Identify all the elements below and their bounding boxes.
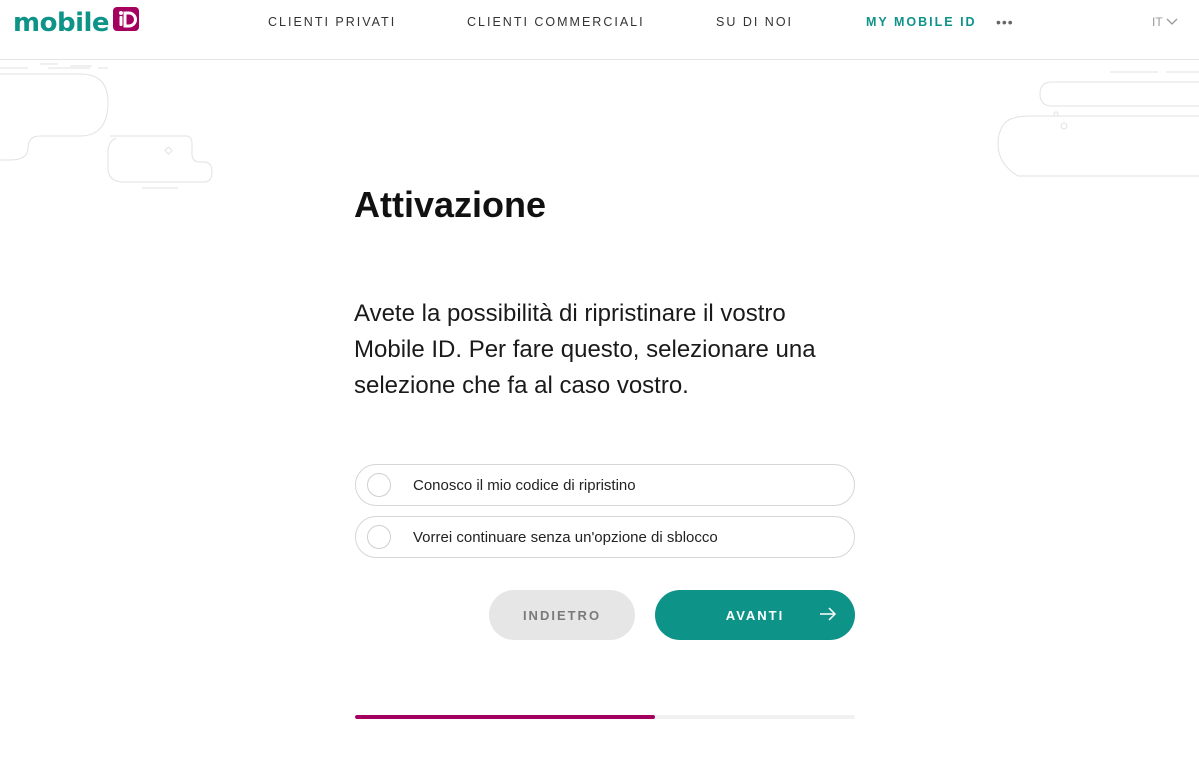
site-header: mobile CLIENTI PRIVATI CLIENTI COMMERCIA… xyxy=(0,0,1199,60)
mobile-id-logo[interactable]: mobile xyxy=(13,7,140,38)
nav-item-su-di-noi[interactable]: SU DI NOI xyxy=(716,15,793,29)
radio-recovery-code[interactable] xyxy=(367,473,391,497)
description-text: Avete la possibilità di ripristinare il … xyxy=(354,300,816,399)
nav-item-clienti-privati[interactable]: CLIENTI PRIVATI xyxy=(268,15,396,29)
next-button[interactable]: AVANTI xyxy=(655,590,855,640)
page: mobile CLIENTI PRIVATI CLIENTI COMMERCIA… xyxy=(0,0,1199,768)
language-selector[interactable]: IT xyxy=(1152,15,1178,29)
logo-text: mobile xyxy=(13,8,110,38)
option-no-unlock[interactable]: Vorrei continuare senza un'opzione di sb… xyxy=(355,516,855,558)
more-horizontal-icon[interactable]: ••• xyxy=(996,14,1014,30)
progress-fill xyxy=(355,715,655,719)
decorative-lines-left xyxy=(0,63,213,189)
language-label: IT xyxy=(1152,15,1163,29)
back-button[interactable]: INDIETRO xyxy=(489,590,635,640)
next-button-label: AVANTI xyxy=(725,607,785,623)
nav-item-my-mobile-id[interactable]: MY MOBILE ID xyxy=(866,15,977,29)
mobile-id-logo-icon xyxy=(113,7,140,31)
progress-bar xyxy=(355,715,855,719)
arrow-right-icon xyxy=(820,607,837,621)
chevron-down-icon xyxy=(1166,18,1178,25)
option-label: Vorrei continuare senza un'opzione di sb… xyxy=(413,528,718,546)
decorative-lines-right xyxy=(997,71,1199,177)
option-label: Conosco il mio codice di ripristino xyxy=(413,476,636,494)
radio-no-unlock[interactable] xyxy=(367,525,391,549)
page-title: Attivazione xyxy=(354,184,547,225)
option-recovery-code[interactable]: Conosco il mio codice di ripristino xyxy=(355,464,855,506)
nav-item-clienti-commerciali[interactable]: CLIENTI COMMERCIALI xyxy=(467,15,645,29)
